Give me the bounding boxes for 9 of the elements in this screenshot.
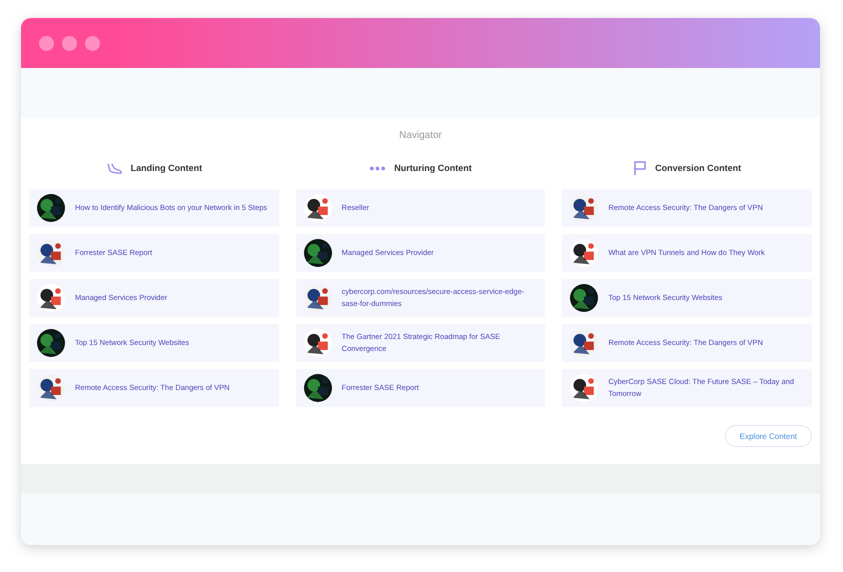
shoe-icon bbox=[106, 162, 123, 174]
column-title: Landing Content bbox=[130, 163, 202, 173]
column-title: Conversion Content bbox=[655, 163, 742, 173]
column-title: Nurturing Content bbox=[394, 163, 472, 173]
navigator-title: Navigator bbox=[399, 130, 442, 141]
window-dot[interactable] bbox=[85, 36, 100, 50]
flag-icon bbox=[633, 160, 648, 176]
window-dot[interactable] bbox=[62, 36, 77, 50]
window-dot[interactable] bbox=[39, 36, 54, 50]
